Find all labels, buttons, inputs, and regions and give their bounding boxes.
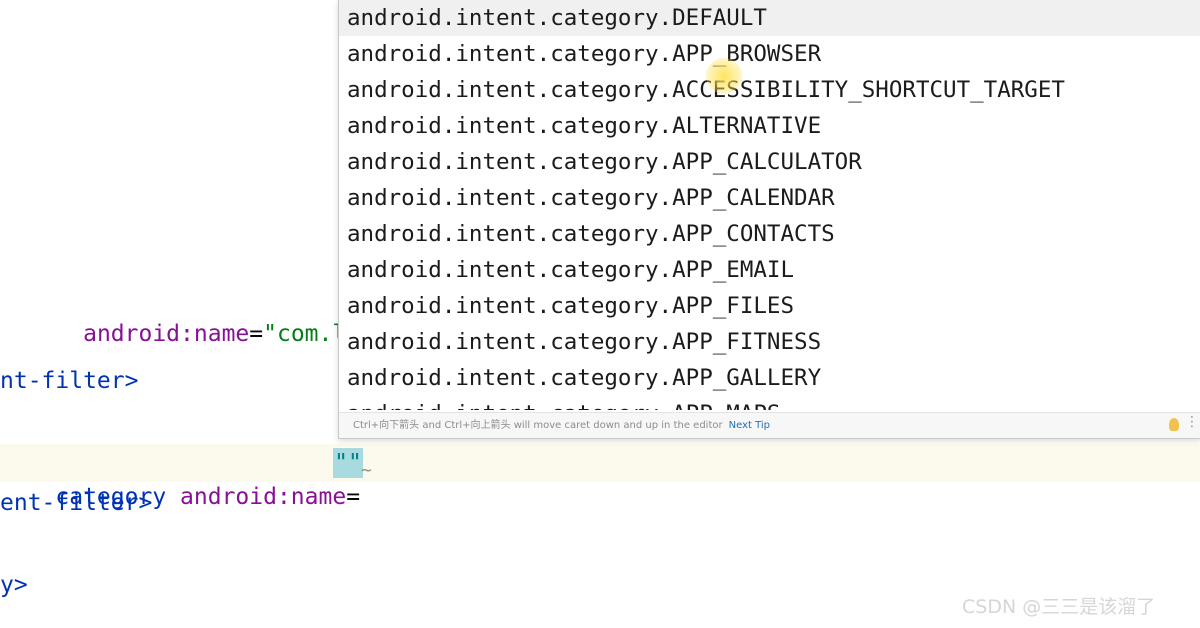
autocomplete-item[interactable]: android.intent.category.APP_MAPS (339, 396, 1200, 410)
autocomplete-footer: Ctrl+向下箭头 and Ctrl+向上箭头 will move caret … (339, 412, 1200, 438)
autocomplete-item[interactable]: android.intent.category.APP_CALENDAR (339, 180, 1200, 216)
more-options-icon[interactable]: ⋮ (1185, 414, 1199, 430)
lightbulb-icon[interactable] (1169, 418, 1179, 431)
autocomplete-item[interactable]: android.intent.category.APP_BROWSER (339, 36, 1200, 72)
code-line-intent-filter-open[interactable]: nt-filter> (0, 364, 138, 398)
autocomplete-popup[interactable]: android.intent.category.DEFAULT android.… (338, 0, 1200, 439)
attr-name: android:name (83, 321, 250, 347)
code-line-intent-filter-close[interactable]: ent-filter> (0, 486, 152, 520)
inline-hint-marker: ~ (361, 460, 372, 481)
next-tip-link[interactable]: Next Tip (729, 420, 770, 431)
text-caret[interactable]: "" (333, 448, 363, 478)
autocomplete-list[interactable]: android.intent.category.DEFAULT android.… (339, 0, 1200, 410)
autocomplete-item[interactable]: android.intent.category.ACCESSIBILITY_SH… (339, 72, 1200, 108)
autocomplete-item[interactable]: android.intent.category.APP_EMAIL (339, 252, 1200, 288)
code-line-activity-close[interactable]: y> (0, 568, 28, 602)
mouse-cursor-highlight (706, 58, 742, 94)
code-line-activity-name[interactable]: android:name="com.ls.a (0, 283, 388, 347)
attr-name: android:name (180, 484, 347, 510)
autocomplete-item[interactable]: android.intent.category.APP_FITNESS (339, 324, 1200, 360)
autocomplete-item[interactable]: android.intent.category.ALTERNATIVE (339, 108, 1200, 144)
autocomplete-item[interactable]: android.intent.category.APP_CONTACTS (339, 216, 1200, 252)
autocomplete-item[interactable]: android.intent.category.APP_FILES (339, 288, 1200, 324)
watermark: CSDN @三三是该溜了 (962, 596, 1156, 618)
autocomplete-item[interactable]: android.intent.category.APP_CALCULATOR (339, 144, 1200, 180)
code-line-category[interactable]: category android:name= (0, 446, 360, 510)
autocomplete-item[interactable]: android.intent.category.APP_GALLERY (339, 360, 1200, 396)
equals-sign: = (346, 484, 361, 510)
autocomplete-item[interactable]: android.intent.category.DEFAULT (339, 0, 1200, 36)
footer-hint-text: Ctrl+向下箭头 and Ctrl+向上箭头 will move caret … (353, 420, 723, 431)
equals-sign: = (249, 321, 264, 347)
